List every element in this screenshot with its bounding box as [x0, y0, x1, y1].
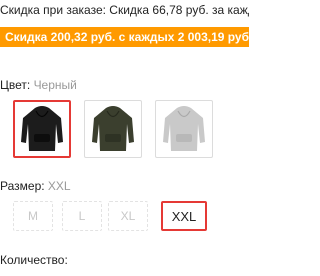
color-option-black[interactable]: [13, 100, 71, 158]
size-label-row: Размер: XXL: [0, 179, 71, 193]
color-option-gray[interactable]: [155, 100, 213, 158]
size-label: Размер:: [0, 179, 48, 193]
hoodie-olive-image: [92, 106, 134, 151]
selected-size-value: XXL: [47, 179, 71, 193]
color-option-olive[interactable]: [84, 100, 142, 158]
size-option-l[interactable]: L: [62, 201, 102, 231]
hoodie-gray-image: [163, 106, 205, 151]
hoodie-black-image: [21, 106, 63, 151]
selected-color-value: Черный: [33, 78, 77, 92]
size-option-xxl[interactable]: XXL: [161, 201, 207, 231]
promo-discount-text: Скидка при заказе: Скидка 66,78 руб. за …: [0, 3, 249, 17]
color-label-row: Цвет: Черный: [0, 78, 77, 92]
promo-discount-banner: Скидка 200,32 руб. с каждых 2 003,19 руб…: [0, 27, 249, 47]
color-label: Цвет:: [0, 78, 34, 92]
quantity-label: Количество:: [0, 253, 68, 267]
size-option-m[interactable]: M: [13, 201, 53, 231]
size-option-xl[interactable]: XL: [108, 201, 148, 231]
